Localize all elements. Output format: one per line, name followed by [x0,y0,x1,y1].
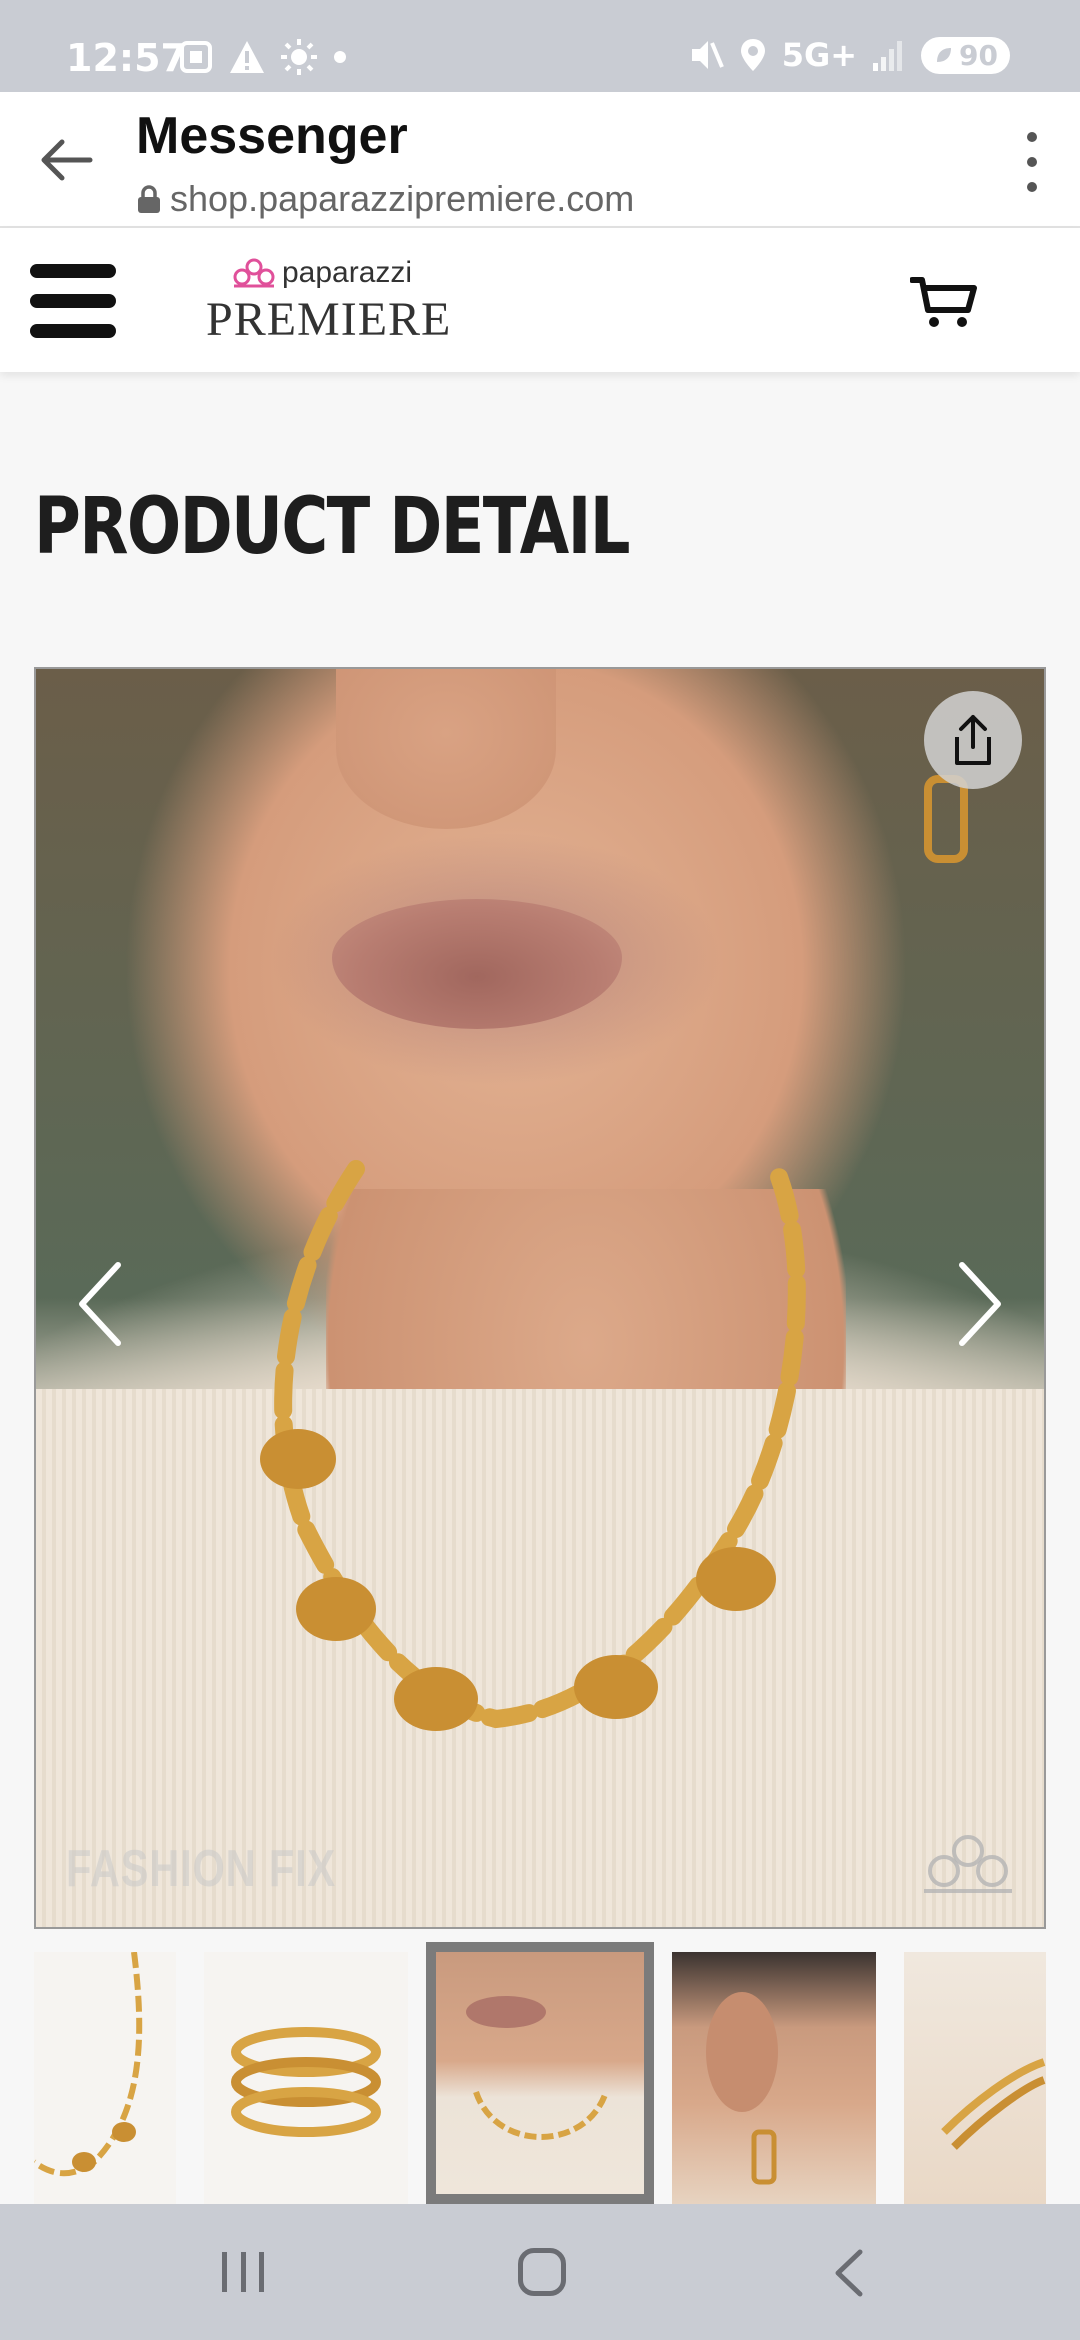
thumbnail-ring[interactable] [204,1952,408,2204]
site-logo[interactable]: paparazzi PREMIERE [206,250,476,354]
warning-icon [230,41,264,73]
status-time: 12:57 [66,36,187,80]
crown-logo-icon [233,258,275,288]
thumbnail-bracelet[interactable] [904,1952,1046,2204]
share-button[interactable] [924,691,1022,789]
browser-title: Messenger [136,107,408,165]
thumbnail-necklace-flatlay[interactable] [34,1952,176,2204]
thumbnail-necklace-model[interactable] [426,1942,654,2204]
recent-apps-icon[interactable] [222,2252,264,2292]
product-main-image[interactable]: FASHION FIX [34,667,1046,1929]
hamburger-menu-icon[interactable] [30,264,116,338]
thumbnail-strip [0,1942,1080,2204]
browser-url[interactable]: shop.paparazzipremiere.com [136,178,634,220]
image-prev-arrow-icon[interactable] [72,1259,132,1349]
brightness-icon [281,39,317,75]
thumbnail-earring-model[interactable] [672,1952,876,2204]
site-header: paparazzi PREMIERE [0,228,1080,372]
status-bar: 12:57 5G+ 90 [0,0,1080,92]
status-icons-left [178,38,348,76]
nav-back-icon[interactable] [830,2248,870,2298]
home-icon[interactable] [518,2248,566,2296]
share-icon [955,715,991,765]
mute-icon [691,41,724,69]
url-text: shop.paparazzipremiere.com [170,178,635,219]
cart-icon[interactable] [910,274,980,330]
battery-icon: 90 [921,36,1010,74]
dot-icon [334,51,346,63]
battery-level: 90 [959,38,998,72]
back-arrow-icon[interactable] [34,128,98,192]
network-label: 5G+ [781,36,858,74]
status-icons-right: 5G+ 90 [688,36,1010,74]
image-next-arrow-icon[interactable] [948,1259,1008,1349]
watermark-logo-icon [924,1835,1012,1893]
page-title: PRODUCT DETAIL [34,482,631,572]
logo-bottom-text: PREMIERE [206,293,452,346]
browser-bar: Messenger shop.paparazzipremiere.com [0,92,1080,228]
logo-top-text: paparazzi [282,256,413,289]
signal-icon [873,41,903,71]
screenshot-icon [180,41,212,73]
system-nav-bar [0,2204,1080,2340]
lock-icon [138,185,160,213]
logo-top: paparazzi [232,256,412,290]
necklace-graphic [260,775,968,1731]
more-options-icon[interactable] [1020,132,1044,192]
watermark-text: FASHION FIX [66,1840,336,1898]
location-icon [740,39,765,71]
